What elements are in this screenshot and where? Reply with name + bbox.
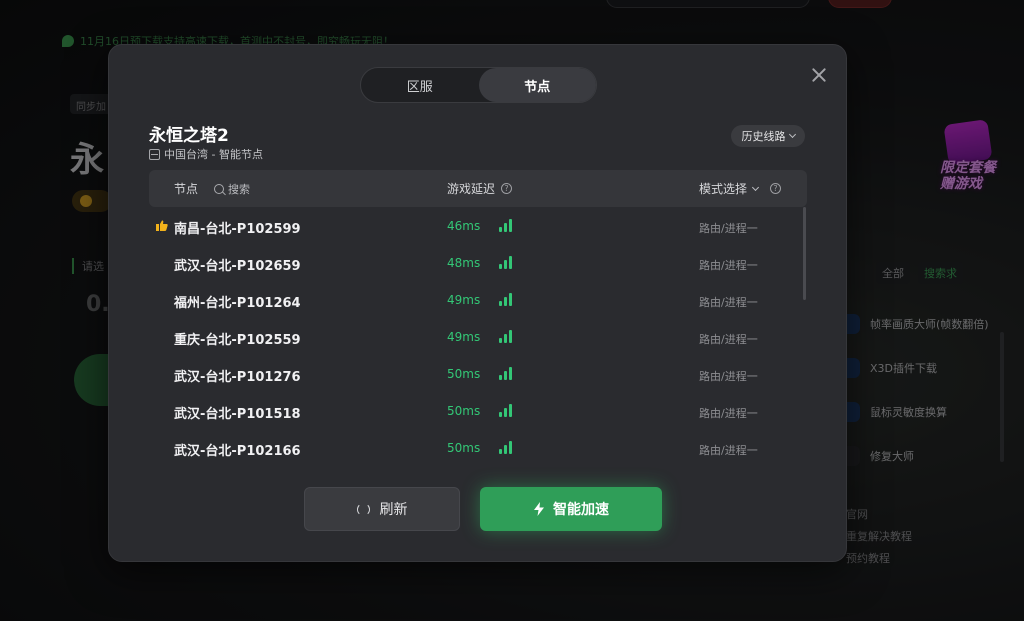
- col-node: 节点 搜索: [174, 180, 250, 197]
- col-latency: 游戏延迟 ?: [447, 180, 513, 197]
- node-name: 武汉-台北-P102659: [174, 259, 301, 274]
- signal-icon: [499, 404, 513, 417]
- node-mode[interactable]: 路由/进程一: [699, 220, 758, 236]
- signal-icon: [499, 367, 513, 380]
- node-row[interactable]: 福州-台北-P101264 49ms 路由/进程一: [149, 281, 799, 318]
- node-latency: 49ms: [447, 330, 481, 344]
- node-mode[interactable]: 路由/进程一: [699, 442, 758, 458]
- tab-node[interactable]: 节点: [478, 68, 596, 102]
- chevron-down-icon: [788, 130, 796, 139]
- signal-icon: [499, 293, 513, 306]
- node-name: 南昌-台北-P102599: [174, 222, 301, 237]
- tab-server[interactable]: 区服: [361, 68, 479, 102]
- accelerate-label: 智能加速: [553, 502, 609, 518]
- node-latency: 49ms: [447, 293, 481, 307]
- node-row[interactable]: 武汉-台北-P101276 50ms 路由/进程一: [149, 355, 799, 392]
- segmented-control: 区服 节点: [360, 67, 597, 103]
- smart-accelerate-button[interactable]: 智能加速: [480, 487, 662, 531]
- node-name: 武汉-台北-P101518: [174, 407, 301, 422]
- node-row[interactable]: 重庆-台北-P102559 49ms 路由/进程一: [149, 318, 799, 355]
- table-header: 节点 搜索 游戏延迟 ? 模式选择 ?: [149, 170, 807, 207]
- chevron-down-icon: [751, 183, 760, 191]
- refresh-button[interactable]: 刷新: [304, 487, 460, 531]
- region-text: 中国台湾 - 智能节点: [164, 148, 263, 161]
- history-routes-button[interactable]: 历史线路: [731, 125, 805, 147]
- node-mode[interactable]: 路由/进程一: [699, 405, 758, 421]
- thumbs-up-icon: [156, 220, 168, 231]
- refresh-label: 刷新: [379, 502, 408, 518]
- history-routes-label: 历史线路: [741, 130, 786, 143]
- close-icon[interactable]: [809, 65, 829, 85]
- lightning-icon: [534, 502, 544, 516]
- search-icon: [214, 183, 225, 194]
- node-search-input[interactable]: 搜索: [214, 181, 250, 197]
- node-mode[interactable]: 路由/进程一: [699, 368, 758, 384]
- list-scrollbar[interactable]: [803, 207, 806, 300]
- node-row[interactable]: 武汉-台北-P102166 50ms 路由/进程一: [149, 429, 799, 464]
- node-name: 武汉-台北-P101276: [174, 370, 301, 385]
- help-icon[interactable]: ?: [501, 183, 513, 194]
- node-name: 武汉-台北-P102166: [174, 444, 301, 459]
- node-mode[interactable]: 路由/进程一: [699, 257, 758, 273]
- node-latency: 50ms: [447, 367, 481, 381]
- col-node-label: 节点: [174, 182, 199, 196]
- search-placeholder: 搜索: [228, 182, 251, 196]
- game-subtitle: 中国台湾 - 智能节点: [149, 146, 263, 162]
- col-mode[interactable]: 模式选择 ?: [699, 180, 782, 197]
- node-row[interactable]: 武汉-台北-P102659 48ms 路由/进程一: [149, 244, 799, 281]
- node-name: 福州-台北-P101264: [174, 296, 301, 311]
- col-mode-label: 模式选择: [699, 182, 748, 196]
- col-latency-label: 游戏延迟: [447, 182, 496, 196]
- help-icon[interactable]: ?: [770, 183, 782, 194]
- node-mode[interactable]: 路由/进程一: [699, 331, 758, 347]
- signal-icon: [499, 256, 513, 269]
- node-latency: 50ms: [447, 441, 481, 455]
- node-latency: 50ms: [447, 404, 481, 418]
- signal-icon: [499, 441, 513, 454]
- server-icon: [149, 148, 160, 160]
- node-list: 南昌-台北-P102599 46ms 路由/进程一 武汉-台北-P102659 …: [149, 207, 799, 464]
- refresh-icon: [356, 502, 370, 516]
- signal-icon: [499, 330, 513, 343]
- signal-icon: [499, 219, 513, 232]
- node-mode[interactable]: 路由/进程一: [699, 294, 758, 310]
- node-row[interactable]: 南昌-台北-P102599 46ms 路由/进程一: [149, 207, 799, 244]
- node-name: 重庆-台北-P102559: [174, 333, 301, 348]
- node-latency: 48ms: [447, 256, 481, 270]
- node-select-dialog: 区服 节点 永恒之塔2 中国台湾 - 智能节点 历史线路 节点 搜索 游戏延迟 …: [108, 44, 847, 562]
- node-row[interactable]: 武汉-台北-P101518 50ms 路由/进程一: [149, 392, 799, 429]
- game-title: 永恒之塔2: [149, 126, 229, 146]
- node-latency: 46ms: [447, 219, 481, 233]
